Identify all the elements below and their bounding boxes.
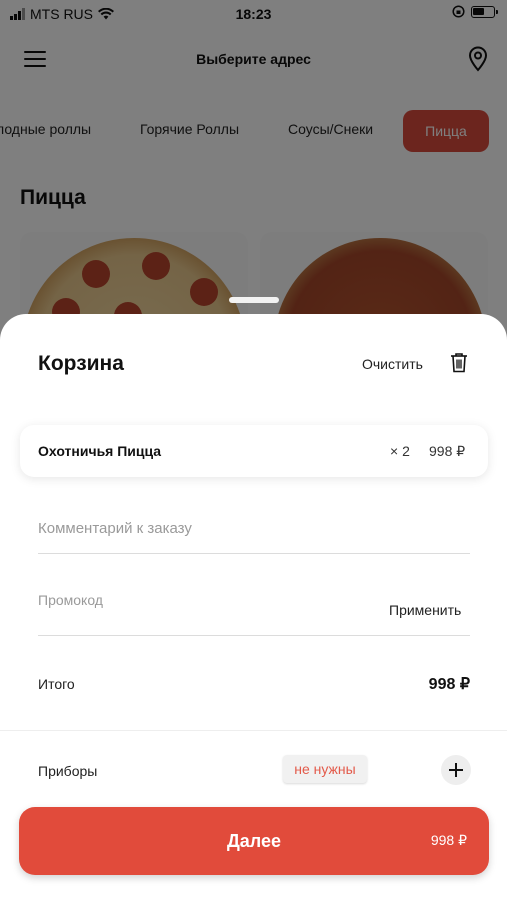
next-button[interactable]: Далее 998 ₽ [19, 807, 489, 875]
next-button-label: Далее [226, 831, 282, 851]
cart-item-quantity: × 2 [390, 443, 410, 459]
utensils-value[interactable]: не нужны [283, 755, 367, 783]
order-comment-input[interactable] [38, 514, 470, 554]
next-button-price: 998 ₽ [430, 832, 467, 848]
total-label: Итого [38, 676, 75, 692]
cart-sheet: Корзина Очистить Охотничья Пицца × 2 998… [0, 314, 507, 900]
sheet-drag-handle[interactable] [229, 297, 279, 303]
total-value: 998 ₽ [428, 676, 470, 693]
cart-title: Корзина [38, 352, 124, 375]
clear-cart-button[interactable]: Очистить [362, 356, 423, 372]
cart-item-price: 998 ₽ [429, 443, 466, 459]
trash-icon[interactable] [450, 352, 468, 373]
cart-item[interactable]: Охотничья Пицца × 2 998 ₽ [20, 425, 488, 477]
utensils-label: Приборы [38, 763, 98, 779]
plus-icon [449, 763, 463, 777]
apply-promo-button[interactable]: Применить [389, 602, 461, 618]
cart-item-name: Охотничья Пицца [38, 443, 162, 459]
add-utensils-button[interactable] [441, 755, 471, 785]
